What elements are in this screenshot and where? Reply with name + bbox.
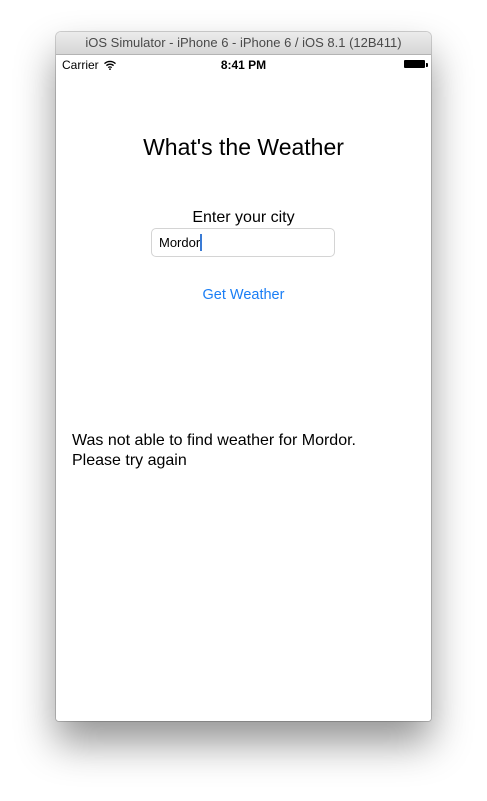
city-label: Enter your city bbox=[192, 209, 295, 226]
battery-nub bbox=[426, 63, 428, 67]
text-caret bbox=[200, 234, 203, 251]
simulator-window: iOS Simulator - iPhone 6 - iPhone 6 / iO… bbox=[56, 32, 431, 721]
get-weather-button[interactable]: Get Weather bbox=[56, 287, 431, 303]
status-bar: Carrier 8:41 PM bbox=[56, 55, 431, 75]
status-time: 8:41 PM bbox=[220, 58, 267, 72]
city-input[interactable]: Mordor bbox=[151, 228, 335, 257]
result-message: Was not able to find weather for Mordor.… bbox=[72, 432, 356, 469]
battery-icon bbox=[404, 60, 425, 68]
city-input-value: Mordor bbox=[159, 235, 201, 250]
window-title: iOS Simulator - iPhone 6 - iPhone 6 / iO… bbox=[56, 32, 431, 55]
page-title: What's the Weather bbox=[143, 134, 344, 160]
phone-screen: Carrier 8:41 PM What's the Weather Enter… bbox=[56, 55, 431, 721]
